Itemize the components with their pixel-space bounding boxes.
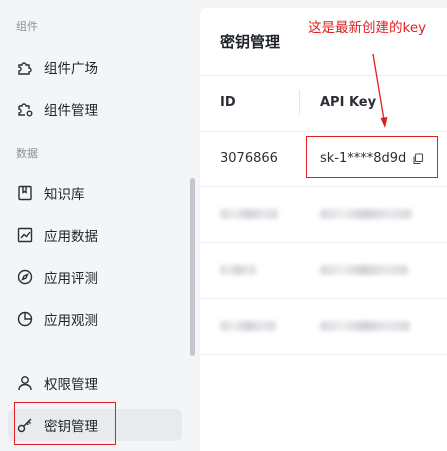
puzzle-icon: [16, 58, 34, 76]
sidebar-item-label: 知识库: [44, 187, 85, 203]
redacted-id: [220, 321, 276, 331]
chart-line-icon: [16, 226, 34, 244]
sidebar-item-permission-management[interactable]: 权限管理: [8, 367, 182, 399]
redacted-id: [220, 209, 278, 219]
sidebar: 组件 组件广场 组件管理 数据 知识库 应用数据 应用评测 应用观测 权限管理 …: [0, 0, 196, 451]
sidebar-item-label: 应用评测: [44, 271, 98, 287]
column-header-id: ID: [220, 95, 236, 110]
key-management-panel: 密钥管理 ID API Key 3076866 sk-1****8d9d: [200, 8, 447, 451]
sidebar-item-label: 组件管理: [44, 103, 98, 119]
annotation-highlight-key-management: [14, 402, 116, 445]
section-label-components: 组件: [16, 20, 38, 33]
column-divider: [299, 90, 300, 115]
annotation-note: 这是最新创建的key: [308, 20, 427, 36]
table-row: [200, 187, 447, 243]
sidebar-item-label: 权限管理: [44, 377, 98, 393]
redacted-api-key: [320, 209, 412, 219]
user-icon: [16, 374, 34, 392]
book-icon: [16, 184, 34, 202]
table-row: [200, 243, 447, 299]
annotation-highlight-api-key: [306, 136, 438, 178]
sidebar-item-app-observation[interactable]: 应用观测: [8, 303, 182, 335]
table-header: ID API Key: [200, 75, 447, 132]
sidebar-item-label: 应用观测: [44, 313, 98, 329]
puzzle-gear-icon: [16, 100, 34, 118]
sidebar-item-component-square[interactable]: 组件广场: [8, 51, 182, 83]
sidebar-scrollbar[interactable]: [190, 178, 195, 356]
pie-chart-icon: [16, 310, 34, 328]
compass-icon: [16, 268, 34, 286]
table-row: [200, 299, 447, 355]
column-header-api-key: API Key: [320, 95, 377, 110]
row-id: 3076866: [220, 151, 278, 166]
sidebar-item-label: 组件广场: [44, 61, 98, 77]
redacted-id: [220, 265, 256, 275]
sidebar-item-component-management[interactable]: 组件管理: [8, 93, 182, 125]
sidebar-item-app-evaluation[interactable]: 应用评测: [8, 261, 182, 293]
sidebar-item-app-data[interactable]: 应用数据: [8, 219, 182, 251]
redacted-api-key: [320, 265, 408, 275]
sidebar-item-label: 应用数据: [44, 229, 98, 245]
section-label-data: 数据: [16, 147, 38, 160]
sidebar-item-knowledge-base[interactable]: 知识库: [8, 177, 182, 209]
page-title: 密钥管理: [220, 33, 281, 51]
redacted-api-key: [320, 321, 410, 331]
